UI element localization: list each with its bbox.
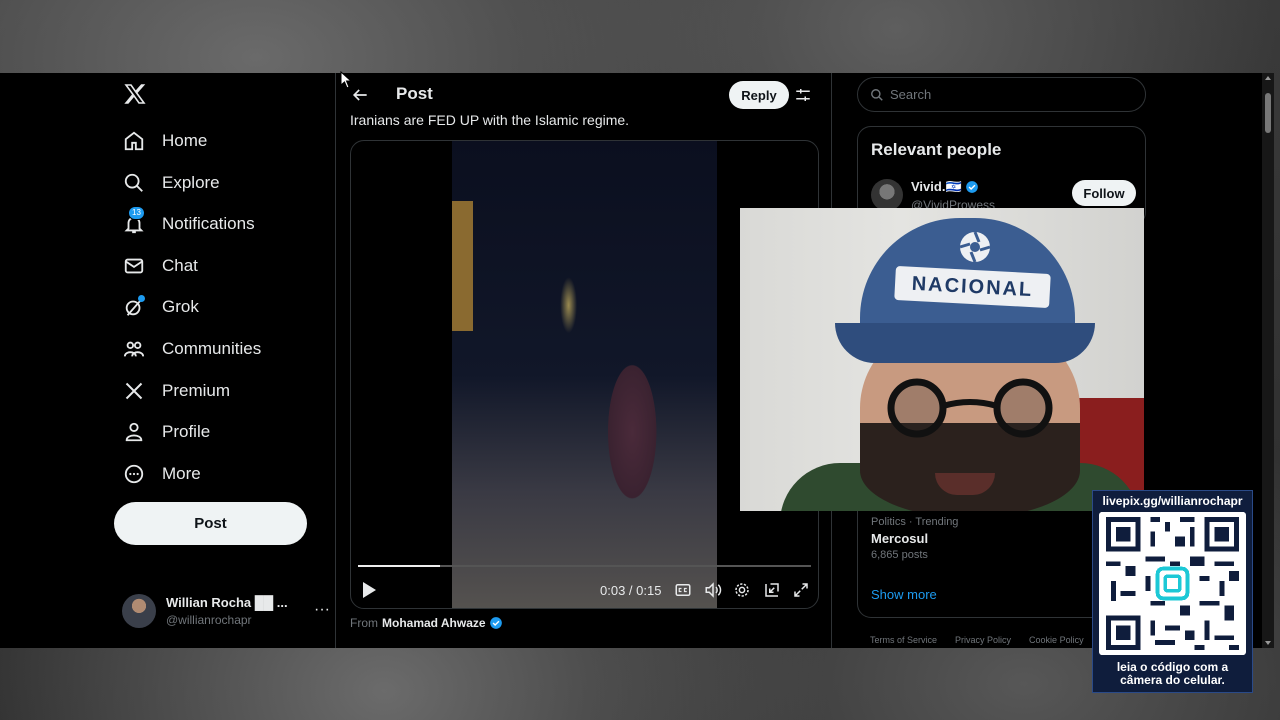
page-scrollbar[interactable] xyxy=(1262,73,1274,648)
donation-caption-line2: câmera do celular. xyxy=(1120,673,1225,687)
verified-badge-icon xyxy=(489,617,502,629)
grok-icon xyxy=(122,295,146,319)
picture-in-picture-icon[interactable] xyxy=(763,581,781,599)
person-icon xyxy=(122,420,146,444)
nav-home[interactable]: Home xyxy=(122,121,207,161)
scroll-down-arrow-icon[interactable] xyxy=(1265,641,1271,645)
reply-button[interactable]: Reply xyxy=(729,81,789,109)
video-controls: 0:03 / 0:15 xyxy=(351,577,818,603)
nav-premium[interactable]: Premium xyxy=(122,371,230,411)
search-box[interactable] xyxy=(857,77,1146,112)
video-progress-bar[interactable] xyxy=(358,565,811,567)
webcam-cap-brim xyxy=(835,323,1095,363)
home-icon xyxy=(122,129,146,153)
nav-explore-label: Explore xyxy=(162,173,220,192)
trend-category: Politics · Trending xyxy=(871,516,959,528)
x-icon xyxy=(122,379,146,403)
donation-caption: leia o código com a câmera do celular. xyxy=(1093,661,1252,687)
nav-notifications-label: Notifications xyxy=(162,214,255,233)
play-icon[interactable] xyxy=(361,581,377,599)
filter-settings-icon[interactable] xyxy=(794,86,812,104)
donation-qr-panel: livepix.gg/willianrochapr leia o código … xyxy=(1092,490,1253,693)
webcam-overlay: NACIONAL xyxy=(740,208,1144,511)
bell-icon: 13 xyxy=(122,206,146,236)
qr-code-icon xyxy=(1099,512,1246,655)
video-time: 0:03 / 0:15 xyxy=(600,583,662,598)
search-icon xyxy=(871,88,883,101)
scrollbar-thumb[interactable] xyxy=(1265,93,1271,133)
video-source: From Mohamad Ahwaze xyxy=(350,616,503,630)
grok-indicator-dot xyxy=(138,295,145,302)
nav-premium-label: Premium xyxy=(162,381,231,400)
account-name: Willian Rocha ██ ... xyxy=(166,595,288,610)
footer-link-privacy[interactable]: Privacy Policy xyxy=(955,635,1011,645)
nav-more-label: More xyxy=(162,464,201,483)
post-text: Iranians are FED UP with the Islamic reg… xyxy=(350,112,630,128)
post-header: Post Reply xyxy=(336,73,831,117)
account-more-icon[interactable]: ··· xyxy=(314,601,330,619)
mail-icon xyxy=(122,254,146,278)
nav-home-label: Home xyxy=(162,131,208,150)
relevant-people-title: Relevant people xyxy=(871,140,1002,159)
fullscreen-icon[interactable] xyxy=(792,581,810,599)
captions-icon[interactable] xyxy=(674,581,692,599)
nav-more[interactable]: More xyxy=(122,454,201,494)
scroll-up-arrow-icon[interactable] xyxy=(1265,76,1271,80)
donation-url: livepix.gg/willianrochapr xyxy=(1102,494,1243,508)
avatar xyxy=(871,179,903,211)
x-logo-icon[interactable] xyxy=(123,82,147,106)
nav-grok-label: Grok xyxy=(162,297,199,316)
trend-name: Mercosul xyxy=(871,531,929,546)
nav-communities[interactable]: Communities xyxy=(122,329,261,369)
back-arrow-icon[interactable] xyxy=(350,85,370,105)
account-switcher[interactable]: Willian Rocha ██ ... @willianrochapr ··· xyxy=(122,593,332,629)
nav-grok[interactable]: Grok xyxy=(122,287,199,327)
video-progress-fill xyxy=(358,565,440,567)
cap-logo-icon xyxy=(959,231,991,263)
more-circle-icon xyxy=(122,462,146,486)
search-icon xyxy=(122,171,146,195)
settings-gear-icon[interactable] xyxy=(733,581,751,599)
trend-post-count: 6,865 posts xyxy=(871,549,928,561)
post-button[interactable]: Post xyxy=(114,502,307,545)
follow-button[interactable]: Follow xyxy=(1072,180,1136,206)
glasses-icon xyxy=(887,378,1053,438)
nav-communities-label: Communities xyxy=(162,339,262,358)
nav-chat[interactable]: Chat xyxy=(122,246,198,286)
account-handle: @willianrochapr xyxy=(166,613,252,627)
volume-icon[interactable] xyxy=(704,581,722,599)
footer-link-cookie[interactable]: Cookie Policy xyxy=(1029,635,1084,645)
show-more-link[interactable]: Show more xyxy=(871,587,937,602)
from-name-link[interactable]: Mohamad Ahwaze xyxy=(382,616,486,630)
nav-chat-label: Chat xyxy=(162,256,198,275)
nav-profile-label: Profile xyxy=(162,422,211,441)
page-title: Post xyxy=(396,84,433,103)
mouse-cursor-icon xyxy=(340,71,352,89)
search-input[interactable] xyxy=(890,87,1130,102)
video-frame[interactable] xyxy=(452,141,717,608)
verified-badge-icon xyxy=(965,180,978,193)
footer-links: Terms of Service Privacy Policy Cookie P… xyxy=(870,635,1084,645)
person-name: Vivid.🇮🇱 xyxy=(911,178,962,194)
nav-explore[interactable]: Explore xyxy=(122,163,220,203)
notification-count-badge: 13 xyxy=(128,206,145,220)
left-sidebar: Home Explore 13 Notifications Chat Grok … xyxy=(112,73,334,648)
nav-profile[interactable]: Profile xyxy=(122,412,210,452)
footer-link-terms[interactable]: Terms of Service xyxy=(870,635,937,645)
people-icon xyxy=(122,337,146,361)
avatar xyxy=(122,594,156,628)
nav-notifications[interactable]: 13 Notifications xyxy=(122,204,255,244)
from-prefix: From xyxy=(350,616,378,630)
